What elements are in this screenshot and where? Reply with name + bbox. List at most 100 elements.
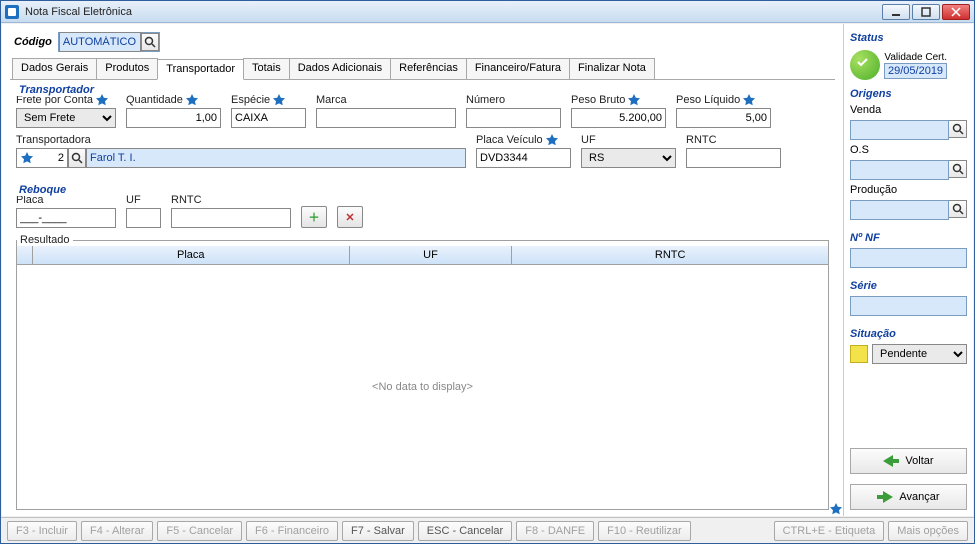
reboque-uf-label: UF xyxy=(126,194,161,206)
resultado-label: Resultado xyxy=(17,234,73,246)
uf-select[interactable]: RS xyxy=(581,148,676,168)
reboque-add-button[interactable]: ＋ xyxy=(301,206,327,228)
origens-title: Origens xyxy=(850,88,967,100)
f10-button[interactable]: F10 - Reutilizar xyxy=(598,521,691,541)
marca-input[interactable] xyxy=(316,108,456,128)
peso-liquido-input[interactable] xyxy=(676,108,771,128)
rntc-label: RNTC xyxy=(686,134,781,146)
producao-search-button[interactable] xyxy=(949,200,967,218)
codigo-input[interactable] xyxy=(59,32,141,52)
numero-label: Número xyxy=(466,94,561,106)
placa-veiculo-input[interactable] xyxy=(476,148,571,168)
reboque-rntc-label: RNTC xyxy=(171,194,291,206)
titlebar: Nota Fiscal Eletrônica xyxy=(1,1,974,23)
col-rntc[interactable]: RNTC xyxy=(512,246,828,264)
tab-referencias[interactable]: Referências xyxy=(390,58,467,79)
os-label: O.S xyxy=(850,144,967,156)
especie-input[interactable] xyxy=(231,108,306,128)
col-placa[interactable]: Placa xyxy=(33,246,350,264)
nf-title: Nº NF xyxy=(850,232,967,244)
venda-label: Venda xyxy=(850,104,967,116)
reboque-placa-input[interactable] xyxy=(16,208,116,228)
transportadora-nome-input[interactable] xyxy=(86,148,466,168)
plus-icon: ＋ xyxy=(309,209,320,225)
validade-value: 29/05/2019 xyxy=(884,63,947,79)
star-icon xyxy=(96,94,108,106)
arrow-left-icon xyxy=(883,455,899,467)
reboque-title: Reboque xyxy=(16,184,69,196)
peso-bruto-label: Peso Bruto xyxy=(571,94,625,106)
frete-select[interactable]: Sem Frete xyxy=(16,108,116,128)
peso-bruto-input[interactable] xyxy=(571,108,666,128)
transportadora-label: Transportadora xyxy=(16,134,466,146)
situacao-title: Situação xyxy=(850,328,967,340)
venda-input[interactable] xyxy=(850,120,949,140)
rntc-input[interactable] xyxy=(686,148,781,168)
os-input[interactable] xyxy=(850,160,949,180)
transportadora-code-input[interactable] xyxy=(36,148,68,168)
serie-title: Série xyxy=(850,280,967,292)
f5-button[interactable]: F5 - Cancelar xyxy=(157,521,242,541)
quantidade-input[interactable] xyxy=(126,108,221,128)
minimize-button[interactable] xyxy=(882,4,910,20)
tab-finalizar[interactable]: Finalizar Nota xyxy=(569,58,655,79)
times-icon: ✕ xyxy=(345,211,354,224)
reboque-rntc-input[interactable] xyxy=(171,208,291,228)
codigo-label: Código xyxy=(14,36,52,48)
esc-button[interactable]: ESC - Cancelar xyxy=(418,521,512,541)
situacao-color-icon xyxy=(850,345,868,363)
producao-input[interactable] xyxy=(850,200,949,220)
grid-header: Placa UF RNTC xyxy=(17,246,828,265)
grid-selector-col[interactable] xyxy=(17,246,33,264)
star-icon xyxy=(546,134,558,146)
uf-label: UF xyxy=(581,134,676,146)
venda-search-button[interactable] xyxy=(949,120,967,138)
validade-label: Validade Cert. xyxy=(884,52,947,63)
marca-label: Marca xyxy=(316,94,456,106)
app-icon xyxy=(5,5,19,19)
nf-input[interactable] xyxy=(850,248,967,268)
situacao-select[interactable]: Pendente xyxy=(872,344,967,364)
grid-empty: <No data to display> xyxy=(17,265,828,509)
close-button[interactable] xyxy=(942,4,970,20)
f8-button[interactable]: F8 - DANFE xyxy=(516,521,594,541)
star-icon xyxy=(273,94,285,106)
arrow-right-icon xyxy=(877,491,893,503)
maximize-button[interactable] xyxy=(912,4,940,20)
star-icon xyxy=(743,94,755,106)
star-icon xyxy=(186,94,198,106)
etiqueta-button[interactable]: CTRL+E - Etiqueta xyxy=(774,521,885,541)
star-icon xyxy=(830,503,842,515)
reboque-delete-button[interactable]: ✕ xyxy=(337,206,363,228)
mais-button[interactable]: Mais opções xyxy=(888,521,968,541)
f4-button[interactable]: F4 - Alterar xyxy=(81,521,153,541)
quantidade-label: Quantidade xyxy=(126,94,183,106)
window-title: Nota Fiscal Eletrônica xyxy=(25,6,882,18)
col-uf[interactable]: UF xyxy=(350,246,513,264)
status-title: Status xyxy=(850,32,967,44)
f3-button[interactable]: F3 - Incluir xyxy=(7,521,77,541)
tab-strip: Dados Gerais Produtos Transportador Tota… xyxy=(10,58,835,80)
star-icon xyxy=(16,148,36,168)
transportadora-search-button[interactable] xyxy=(68,148,86,168)
reboque-uf-input[interactable] xyxy=(126,208,161,228)
producao-label: Produção xyxy=(850,184,967,196)
placa-veiculo-label: Placa Veículo xyxy=(476,134,543,146)
peso-liquido-label: Peso Líquido xyxy=(676,94,740,106)
numero-input[interactable] xyxy=(466,108,561,128)
tab-dados-gerais[interactable]: Dados Gerais xyxy=(12,58,97,79)
tab-dados-adicionais[interactable]: Dados Adicionais xyxy=(289,58,391,79)
transportador-title: Transportador xyxy=(16,84,97,96)
codigo-search-button[interactable] xyxy=(141,33,159,51)
voltar-button[interactable]: Voltar xyxy=(850,448,967,474)
f7-button[interactable]: F7 - Salvar xyxy=(342,521,414,541)
f6-button[interactable]: F6 - Financeiro xyxy=(246,521,338,541)
tab-produtos[interactable]: Produtos xyxy=(96,58,158,79)
os-search-button[interactable] xyxy=(949,160,967,178)
avancar-button[interactable]: Avançar xyxy=(850,484,967,510)
serie-input[interactable] xyxy=(850,296,967,316)
tab-totais[interactable]: Totais xyxy=(243,58,290,79)
tab-transportador[interactable]: Transportador xyxy=(157,59,244,80)
tab-financeiro[interactable]: Financeiro/Fatura xyxy=(466,58,570,79)
status-ok-icon xyxy=(850,50,880,80)
